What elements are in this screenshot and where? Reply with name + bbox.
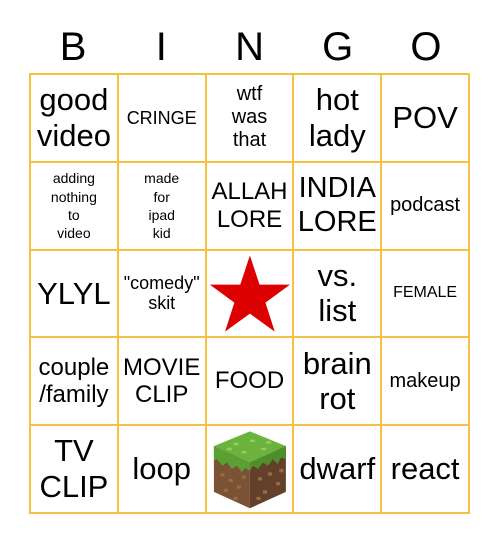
bingo-grid: good video CRINGE wtf was that hot lady POV a… bbox=[29, 73, 470, 514]
bingo-cell[interactable]: podcast bbox=[381, 161, 469, 250]
cell-text: TV CLIP bbox=[39, 433, 109, 505]
cell-text: INDIA LORE bbox=[297, 172, 377, 238]
cell-text: ALLAH LORE bbox=[211, 178, 288, 233]
bingo-cell[interactable]: couple /family bbox=[30, 337, 118, 426]
bingo-cell[interactable] bbox=[205, 249, 294, 338]
bingo-cell[interactable]: good video bbox=[30, 74, 118, 162]
bingo-cell[interactable]: ALLAH LORE bbox=[205, 161, 294, 250]
bingo-cell[interactable]: hot lady bbox=[293, 74, 382, 162]
header-letter-o: O bbox=[410, 25, 442, 69]
cell-text: FOOD bbox=[214, 367, 285, 395]
cell-text: vs. list bbox=[317, 257, 358, 329]
header-letter-g: G bbox=[322, 25, 354, 69]
header-letter-n: N bbox=[235, 25, 264, 69]
cell-text: YLYL bbox=[37, 275, 111, 311]
bingo-cell[interactable]: TV CLIP bbox=[30, 425, 118, 513]
bingo-cell[interactable]: "comedy" skit bbox=[117, 249, 206, 338]
bingo-cell[interactable]: dwarf bbox=[293, 425, 382, 513]
bingo-cell[interactable]: react bbox=[381, 425, 469, 513]
cell-text: wtf was that bbox=[231, 83, 268, 152]
bingo-cell[interactable]: MOVIE CLIP bbox=[117, 337, 206, 426]
cell-text: brain rot bbox=[302, 345, 372, 417]
cell-text: adding nothing to video bbox=[50, 170, 97, 241]
bingo-cell[interactable]: brain rot bbox=[293, 337, 382, 426]
cell-text: made for ipad kid bbox=[144, 170, 180, 241]
cell-text: react bbox=[390, 451, 460, 487]
bingo-cell[interactable] bbox=[205, 425, 294, 513]
bingo-cell[interactable]: made for ipad kid bbox=[117, 161, 206, 250]
cell-text: FEMALE bbox=[393, 284, 458, 302]
cell-text: dwarf bbox=[299, 451, 376, 487]
cell-text: podcast bbox=[390, 194, 461, 217]
bingo-cell[interactable]: FEMALE bbox=[381, 249, 469, 338]
cell-text: POV bbox=[392, 100, 458, 136]
bingo-cell[interactable]: wtf was that bbox=[205, 74, 294, 162]
bingo-cell[interactable]: FOOD bbox=[205, 337, 294, 426]
cell-text: hot lady bbox=[308, 82, 366, 153]
cell-text: makeup bbox=[389, 369, 461, 392]
header-letter-b: B bbox=[59, 25, 87, 69]
bingo-cell[interactable]: POV bbox=[381, 74, 469, 162]
header-letter-i: I bbox=[155, 25, 167, 69]
cell-text: MOVIE CLIP bbox=[123, 353, 201, 409]
bingo-cell[interactable]: INDIA LORE bbox=[293, 161, 382, 250]
bingo-cell[interactable]: vs. list bbox=[293, 249, 382, 338]
bingo-cell[interactable]: loop bbox=[117, 425, 206, 513]
bingo-cell[interactable]: makeup bbox=[381, 337, 469, 426]
bingo-cell[interactable]: adding nothing to video bbox=[30, 161, 118, 250]
grass-block-icon bbox=[213, 431, 286, 509]
cell-text: CRINGE bbox=[126, 107, 197, 128]
cell-text: good video bbox=[36, 82, 111, 153]
cell-text: "comedy" skit bbox=[123, 272, 200, 314]
bingo-cell[interactable]: CRINGE bbox=[117, 74, 206, 162]
red-star-icon bbox=[209, 255, 290, 332]
bingo-header: B I N G O bbox=[29, 22, 470, 72]
cell-text: loop bbox=[132, 451, 191, 487]
bingo-cell[interactable]: YLYL bbox=[30, 249, 118, 338]
cell-text: couple /family bbox=[38, 353, 110, 409]
